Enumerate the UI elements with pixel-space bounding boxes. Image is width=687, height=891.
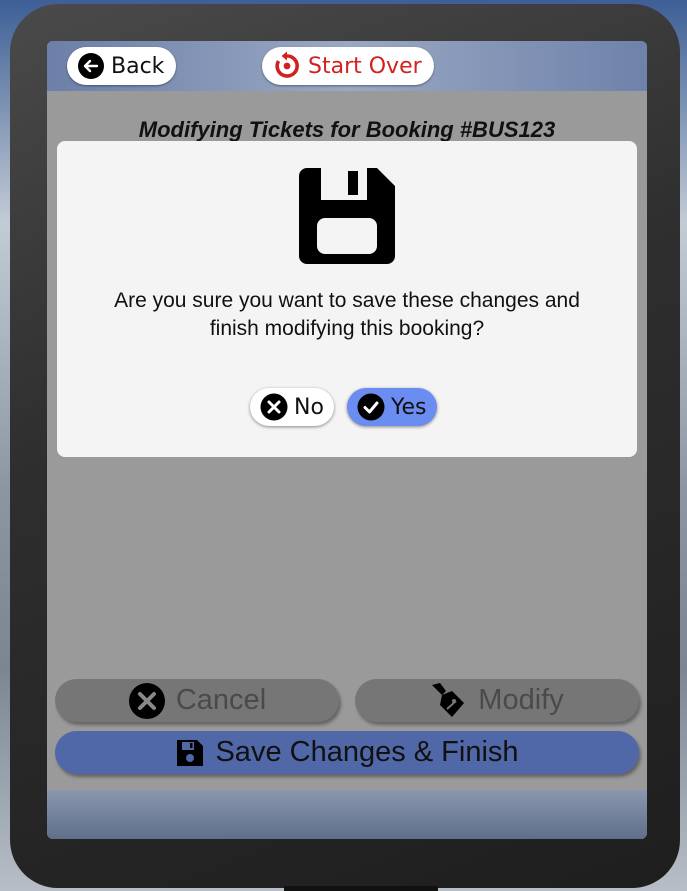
yes-label: Yes: [391, 394, 427, 420]
check-circle-icon: [357, 393, 385, 421]
no-label: No: [294, 394, 324, 420]
dialog-message: Are you sure you want to save these chan…: [57, 287, 637, 343]
dialog-message-line-1: Are you sure you want to save these chan…: [114, 289, 580, 312]
confirm-dialog: Are you sure you want to save these chan…: [57, 141, 637, 457]
no-button[interactable]: No: [250, 388, 334, 426]
modal-overlay: Are you sure you want to save these chan…: [47, 41, 647, 839]
device-bottom-bar: [284, 886, 438, 891]
floppy-disk-icon: [299, 168, 395, 264]
yes-button[interactable]: Yes: [347, 388, 437, 426]
close-circle-icon: [260, 393, 288, 421]
kiosk-screen: Back Start Over Modifying Tickets for Bo…: [47, 41, 647, 839]
dialog-message-line-2: finish modifying this booking?: [209, 317, 485, 340]
